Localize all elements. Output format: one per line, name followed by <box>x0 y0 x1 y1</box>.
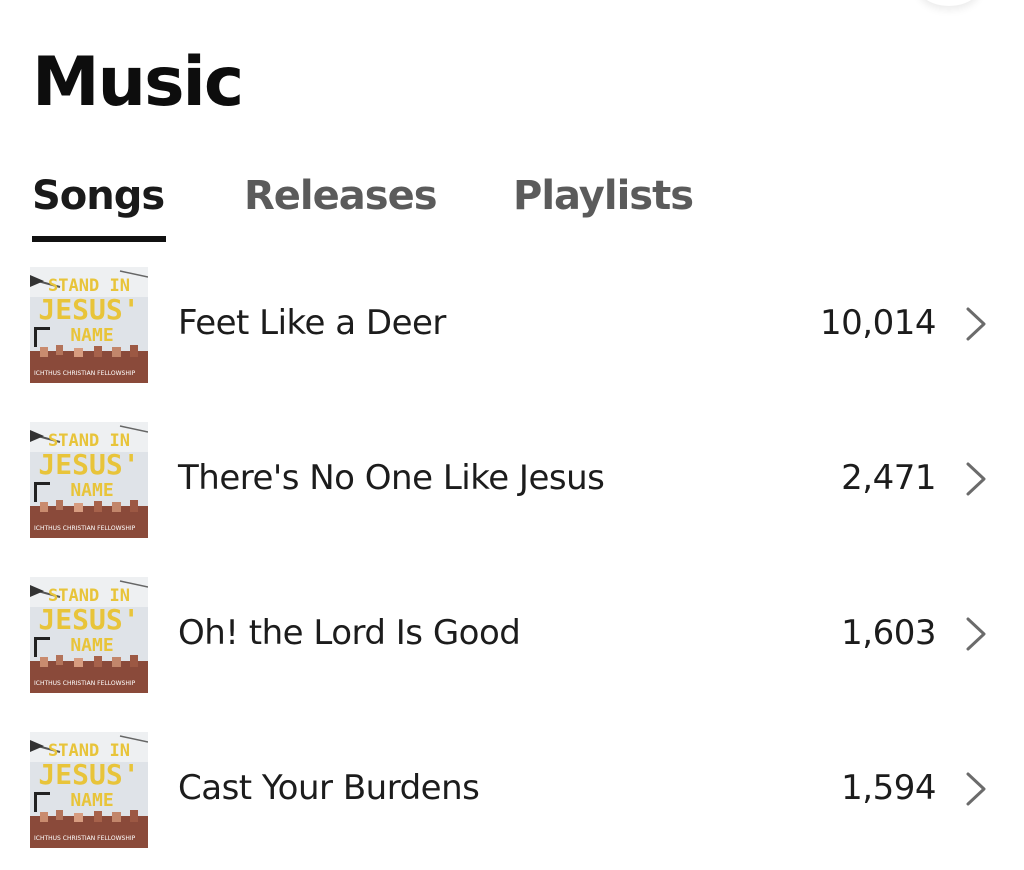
tab-songs[interactable]: Songs <box>32 168 165 228</box>
chevron-right-icon <box>966 617 986 651</box>
cover-title-line2: JESUS' <box>38 758 139 791</box>
song-title: There's No One Like Jesus <box>178 458 605 498</box>
list-item[interactable]: STAND IN JESUS' NAME ICHTHUS CHRISTIAN F… <box>0 727 1024 849</box>
active-tab-indicator <box>32 236 166 242</box>
cover-artist: ICHTHUS CHRISTIAN FELLOWSHIP <box>34 370 136 377</box>
play-count: 2,471 <box>841 458 936 498</box>
cover-title-line2: JESUS' <box>38 448 139 481</box>
cover-artist: ICHTHUS CHRISTIAN FELLOWSHIP <box>34 525 136 532</box>
chevron-right-icon <box>966 462 986 496</box>
cover-title-line2: JESUS' <box>38 603 139 636</box>
album-cover: STAND IN JESUS' NAME ICHTHUS CHRISTIAN F… <box>30 732 148 848</box>
song-title: Oh! the Lord Is Good <box>178 613 521 653</box>
play-count: 1,594 <box>841 768 936 808</box>
cover-artist: ICHTHUS CHRISTIAN FELLOWSHIP <box>34 835 136 842</box>
page-title: Music <box>32 43 244 122</box>
album-cover: STAND IN JESUS' NAME ICHTHUS CHRISTIAN F… <box>30 267 148 383</box>
cover-title-line3: NAME <box>70 325 113 346</box>
play-count: 1,603 <box>841 613 936 653</box>
cover-title-line3: NAME <box>70 480 113 501</box>
cover-artist: ICHTHUS CHRISTIAN FELLOWSHIP <box>34 680 136 687</box>
song-title: Feet Like a Deer <box>178 303 446 343</box>
list-item[interactable]: STAND IN JESUS' NAME ICHTHUS CHRISTIAN F… <box>0 572 1024 694</box>
album-cover: STAND IN JESUS' NAME ICHTHUS CHRISTIAN F… <box>30 422 148 538</box>
song-title: Cast Your Burdens <box>178 768 480 808</box>
play-count: 10,014 <box>820 303 936 343</box>
tab-bar: Songs Releases Playlists <box>32 168 732 244</box>
chevron-right-icon <box>966 772 986 806</box>
cover-title-line3: NAME <box>70 635 113 656</box>
list-item[interactable]: STAND IN JESUS' NAME ICHTHUS CHRISTIAN F… <box>0 417 1024 539</box>
cover-title-line2: JESUS' <box>38 293 139 326</box>
album-cover: STAND IN JESUS' NAME ICHTHUS CHRISTIAN F… <box>30 577 148 693</box>
tab-releases[interactable]: Releases <box>244 168 438 228</box>
list-item[interactable]: STAND IN JESUS' NAME ICHTHUS CHRISTIAN F… <box>0 262 1024 384</box>
floating-button-edge <box>918 0 980 6</box>
cover-title-line3: NAME <box>70 790 113 811</box>
chevron-right-icon <box>966 307 986 341</box>
tab-playlists[interactable]: Playlists <box>513 168 694 228</box>
